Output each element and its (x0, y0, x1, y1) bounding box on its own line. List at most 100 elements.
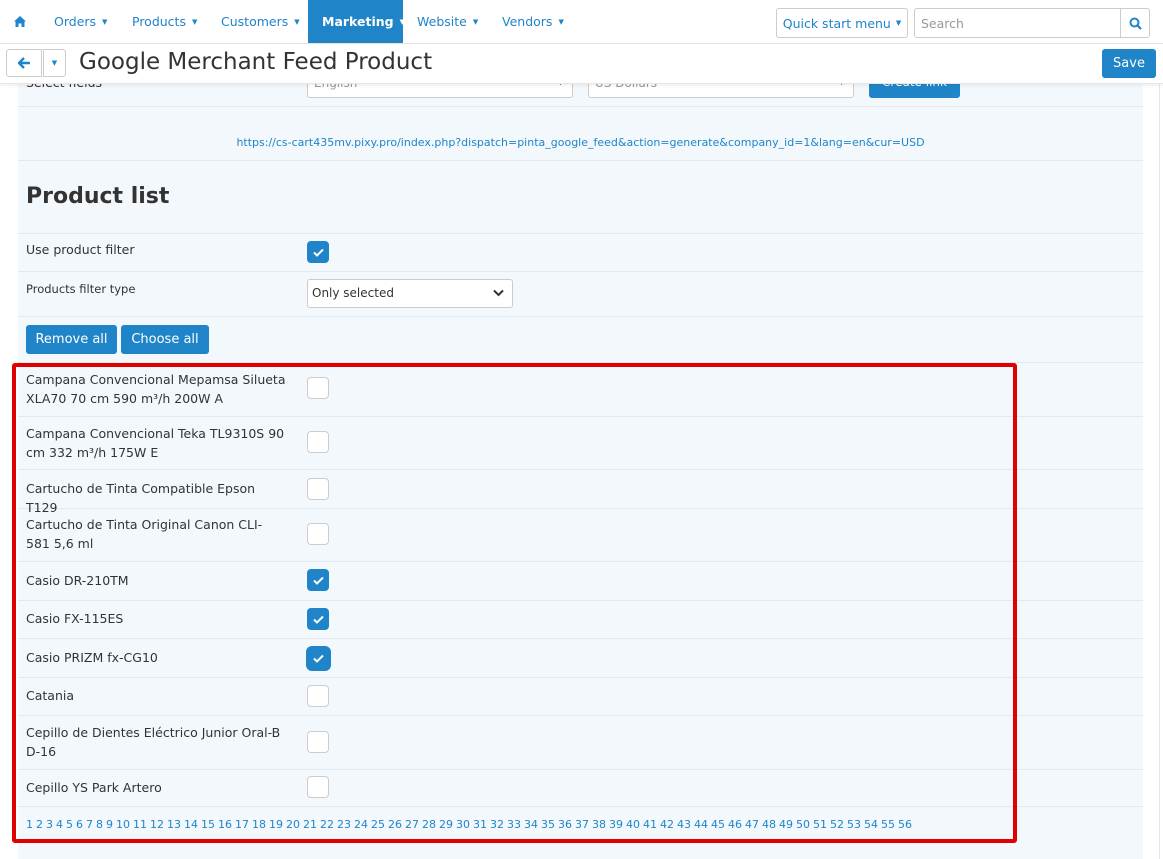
page-link[interactable]: 33 (507, 818, 521, 831)
nav-customers[interactable]: Customers ▼ (207, 0, 314, 43)
page-link[interactable]: 45 (711, 818, 725, 831)
page-link[interactable]: 32 (490, 818, 504, 831)
quick-start-menu-button[interactable]: Quick start menu ▼ (776, 8, 908, 38)
page-link[interactable]: 28 (422, 818, 436, 831)
product-checkbox[interactable] (307, 685, 329, 707)
chevron-down-icon (493, 289, 504, 297)
page-link[interactable]: 42 (660, 818, 674, 831)
nav-marketing[interactable]: Marketing ▼ (308, 0, 405, 43)
page-link[interactable]: 55 (881, 818, 895, 831)
product-checkbox[interactable] (307, 478, 329, 500)
product-name: Campana Convencional Mepamsa Silueta XLA… (26, 372, 286, 406)
filter-type-select[interactable]: Only selected (307, 279, 513, 308)
product-checkbox[interactable] (307, 569, 329, 591)
arrow-left-icon (17, 57, 30, 69)
page-link[interactable]: 4 (56, 818, 63, 831)
page-link[interactable]: 2 (36, 818, 43, 831)
page-link[interactable]: 14 (184, 818, 198, 831)
nav-products[interactable]: Products ▼ (118, 0, 211, 43)
search-icon (1129, 17, 1142, 30)
page-link[interactable]: 50 (796, 818, 810, 831)
page-link[interactable]: 17 (235, 818, 249, 831)
page-link[interactable]: 11 (133, 818, 147, 831)
product-list: Campana Convencional Mepamsa Silueta XLA… (18, 363, 1143, 807)
page-link[interactable]: 46 (728, 818, 742, 831)
page-link[interactable]: 18 (252, 818, 266, 831)
page-link[interactable]: 40 (626, 818, 640, 831)
page-link[interactable]: 34 (524, 818, 538, 831)
page-link[interactable]: 36 (558, 818, 572, 831)
page-link[interactable]: 22 (320, 818, 334, 831)
product-name: Campana Convencional Teka TL9310S 90 cm … (26, 426, 285, 460)
home-icon[interactable] (8, 0, 32, 43)
page-link[interactable]: 6 (76, 818, 83, 831)
page-link[interactable]: 1 (26, 818, 33, 831)
page-link[interactable]: 41 (643, 818, 657, 831)
page-link[interactable]: 35 (541, 818, 555, 831)
page-link[interactable]: 56 (898, 818, 912, 831)
page-link[interactable]: 43 (677, 818, 691, 831)
product-name: Cepillo YS Park Artero (26, 780, 162, 795)
page-link[interactable]: 25 (371, 818, 385, 831)
product-checkbox[interactable] (307, 377, 329, 399)
page-link[interactable]: 7 (86, 818, 93, 831)
pagination: 1 2 3 4 5 6 7 8 9 10 11 12 13 14 15 16 17 18 19 20 21 22 23 24 2… (26, 818, 915, 831)
choose-all-button[interactable]: Choose all (121, 325, 209, 354)
product-row: Casio FX-115ES (18, 601, 1143, 639)
page-link[interactable]: 38 (592, 818, 606, 831)
back-button[interactable] (6, 49, 42, 77)
check-icon (312, 248, 324, 257)
product-checkbox[interactable] (307, 731, 329, 753)
search-input[interactable] (914, 8, 1121, 38)
page-link[interactable]: 52 (830, 818, 844, 831)
nav-website[interactable]: Website ▼ (403, 0, 492, 43)
page-link[interactable]: 53 (847, 818, 861, 831)
page-link[interactable]: 31 (473, 818, 487, 831)
product-checkbox[interactable] (307, 776, 329, 798)
page-link[interactable]: 24 (354, 818, 368, 831)
page-link[interactable]: 19 (269, 818, 283, 831)
remove-all-button[interactable]: Remove all (26, 325, 117, 354)
page-link[interactable]: 21 (303, 818, 317, 831)
page-link[interactable]: 23 (337, 818, 351, 831)
page-link[interactable]: 9 (106, 818, 113, 831)
page-link[interactable]: 15 (201, 818, 215, 831)
page-link[interactable]: 37 (575, 818, 589, 831)
page-link[interactable]: 54 (864, 818, 878, 831)
page-link[interactable]: 26 (388, 818, 402, 831)
page-link[interactable]: 20 (286, 818, 300, 831)
save-button[interactable]: Save (1102, 49, 1156, 78)
page-link[interactable]: 8 (96, 818, 103, 831)
page-link[interactable]: 30 (456, 818, 470, 831)
page-link[interactable]: 51 (813, 818, 827, 831)
product-checkbox[interactable] (307, 431, 329, 453)
use-filter-checkbox[interactable] (307, 241, 329, 263)
search-button[interactable] (1120, 8, 1150, 38)
product-row: Cepillo YS Park Artero (18, 770, 1143, 807)
page-link[interactable]: 47 (745, 818, 759, 831)
nav-orders[interactable]: Orders ▼ (40, 0, 121, 43)
feed-link[interactable]: https://cs-cart435mv.pixy.pro/index.php?… (18, 136, 1143, 149)
caret-down-icon: ▼ (294, 17, 300, 26)
page-link[interactable]: 16 (218, 818, 232, 831)
page-link[interactable]: 49 (779, 818, 793, 831)
page-link[interactable]: 48 (762, 818, 776, 831)
product-checkbox[interactable] (307, 608, 329, 630)
content-area: Select fields English ▼ US Dollars ▼ Cre… (18, 72, 1143, 859)
page-link[interactable]: 44 (694, 818, 708, 831)
page-link[interactable]: 29 (439, 818, 453, 831)
page-link[interactable]: 5 (66, 818, 73, 831)
use-filter-label: Use product filter (26, 242, 135, 257)
product-name: Cepillo de Dientes Eléctrico Junior Oral… (26, 725, 281, 759)
product-checkbox[interactable] (307, 523, 329, 545)
page-link[interactable]: 12 (150, 818, 164, 831)
product-checkbox[interactable] (306, 646, 331, 671)
page-link[interactable]: 10 (116, 818, 130, 831)
back-dropdown-button[interactable]: ▼ (43, 49, 66, 77)
product-row: Catania (18, 678, 1143, 716)
page-link[interactable]: 3 (46, 818, 53, 831)
page-link[interactable]: 13 (167, 818, 181, 831)
page-link[interactable]: 39 (609, 818, 623, 831)
nav-vendors[interactable]: Vendors ▼ (488, 0, 578, 43)
page-link[interactable]: 27 (405, 818, 419, 831)
